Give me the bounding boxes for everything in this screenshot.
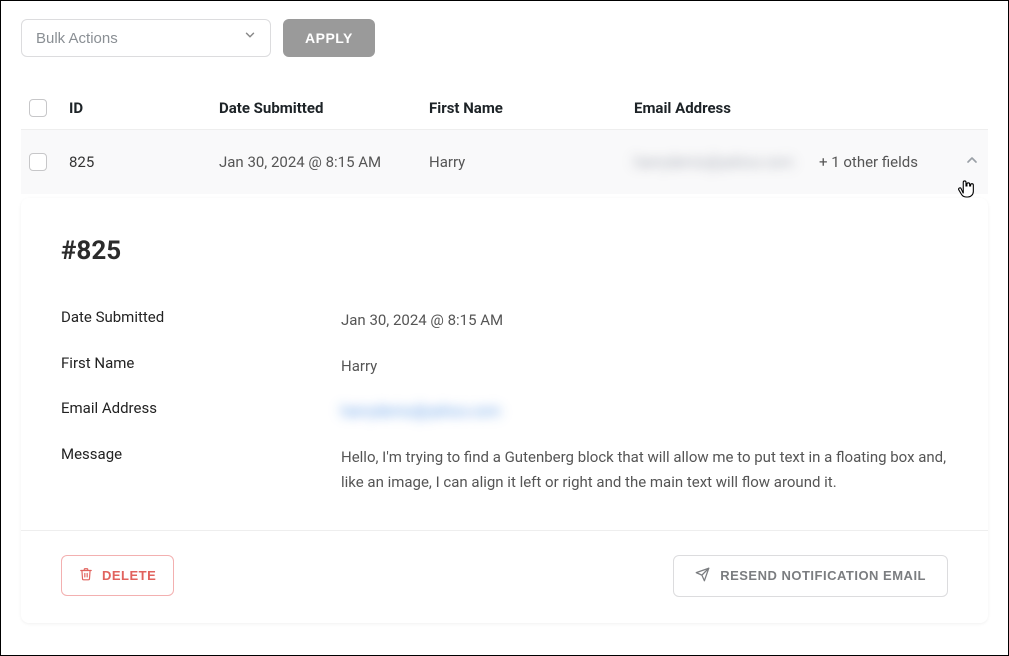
- column-header-date: Date Submitted: [219, 99, 429, 117]
- value-date: Jan 30, 2024 @ 8:15 AM: [341, 308, 948, 334]
- label-date: Date Submitted: [61, 308, 341, 326]
- delete-label: DELETE: [102, 568, 156, 583]
- apply-button[interactable]: APPLY: [283, 19, 375, 57]
- cell-id: 825: [69, 153, 219, 171]
- column-header-email: Email Address: [634, 99, 819, 117]
- resend-button[interactable]: RESEND NOTIFICATION EMAIL: [673, 555, 948, 597]
- label-email: Email Address: [61, 399, 341, 417]
- paper-plane-icon: [695, 567, 710, 585]
- divider: [21, 530, 988, 531]
- bulk-actions-select[interactable]: Bulk Actions: [21, 19, 271, 57]
- table-header: ID Date Submitted First Name Email Addre…: [21, 87, 988, 130]
- row-checkbox[interactable]: [29, 153, 47, 171]
- label-fname: First Name: [61, 354, 341, 372]
- cell-email: harrydemo@yahoo.com: [634, 153, 819, 171]
- table-row[interactable]: 825 Jan 30, 2024 @ 8:15 AM Harry harryde…: [21, 130, 988, 194]
- panel-actions: DELETE RESEND NOTIFICATION EMAIL: [61, 555, 948, 597]
- entry-title: #825: [61, 236, 948, 266]
- trash-icon: [79, 567, 93, 584]
- resend-label: RESEND NOTIFICATION EMAIL: [720, 568, 926, 583]
- entry-detail-panel: #825 Date Submitted Jan 30, 2024 @ 8:15 …: [21, 198, 988, 623]
- cell-fname: Harry: [429, 153, 634, 171]
- chevron-up-icon[interactable]: [964, 154, 980, 172]
- delete-button[interactable]: DELETE: [61, 555, 174, 596]
- column-header-id: ID: [69, 99, 219, 117]
- bulk-actions-wrapper: Bulk Actions: [21, 19, 271, 57]
- value-fname: Harry: [341, 354, 948, 380]
- toolbar: Bulk Actions APPLY: [21, 19, 988, 57]
- value-message: Hello, I'm trying to find a Gutenberg bl…: [341, 445, 948, 496]
- app-frame: Bulk Actions APPLY ID Date Submitted Fir…: [0, 0, 1009, 656]
- cell-date: Jan 30, 2024 @ 8:15 AM: [219, 153, 429, 171]
- label-message: Message: [61, 445, 341, 463]
- column-header-fname: First Name: [429, 99, 634, 117]
- value-email: harrydemo@yahoo.com: [341, 399, 948, 425]
- select-all-checkbox[interactable]: [29, 99, 47, 117]
- cell-extra: + 1 other fields: [819, 153, 940, 171]
